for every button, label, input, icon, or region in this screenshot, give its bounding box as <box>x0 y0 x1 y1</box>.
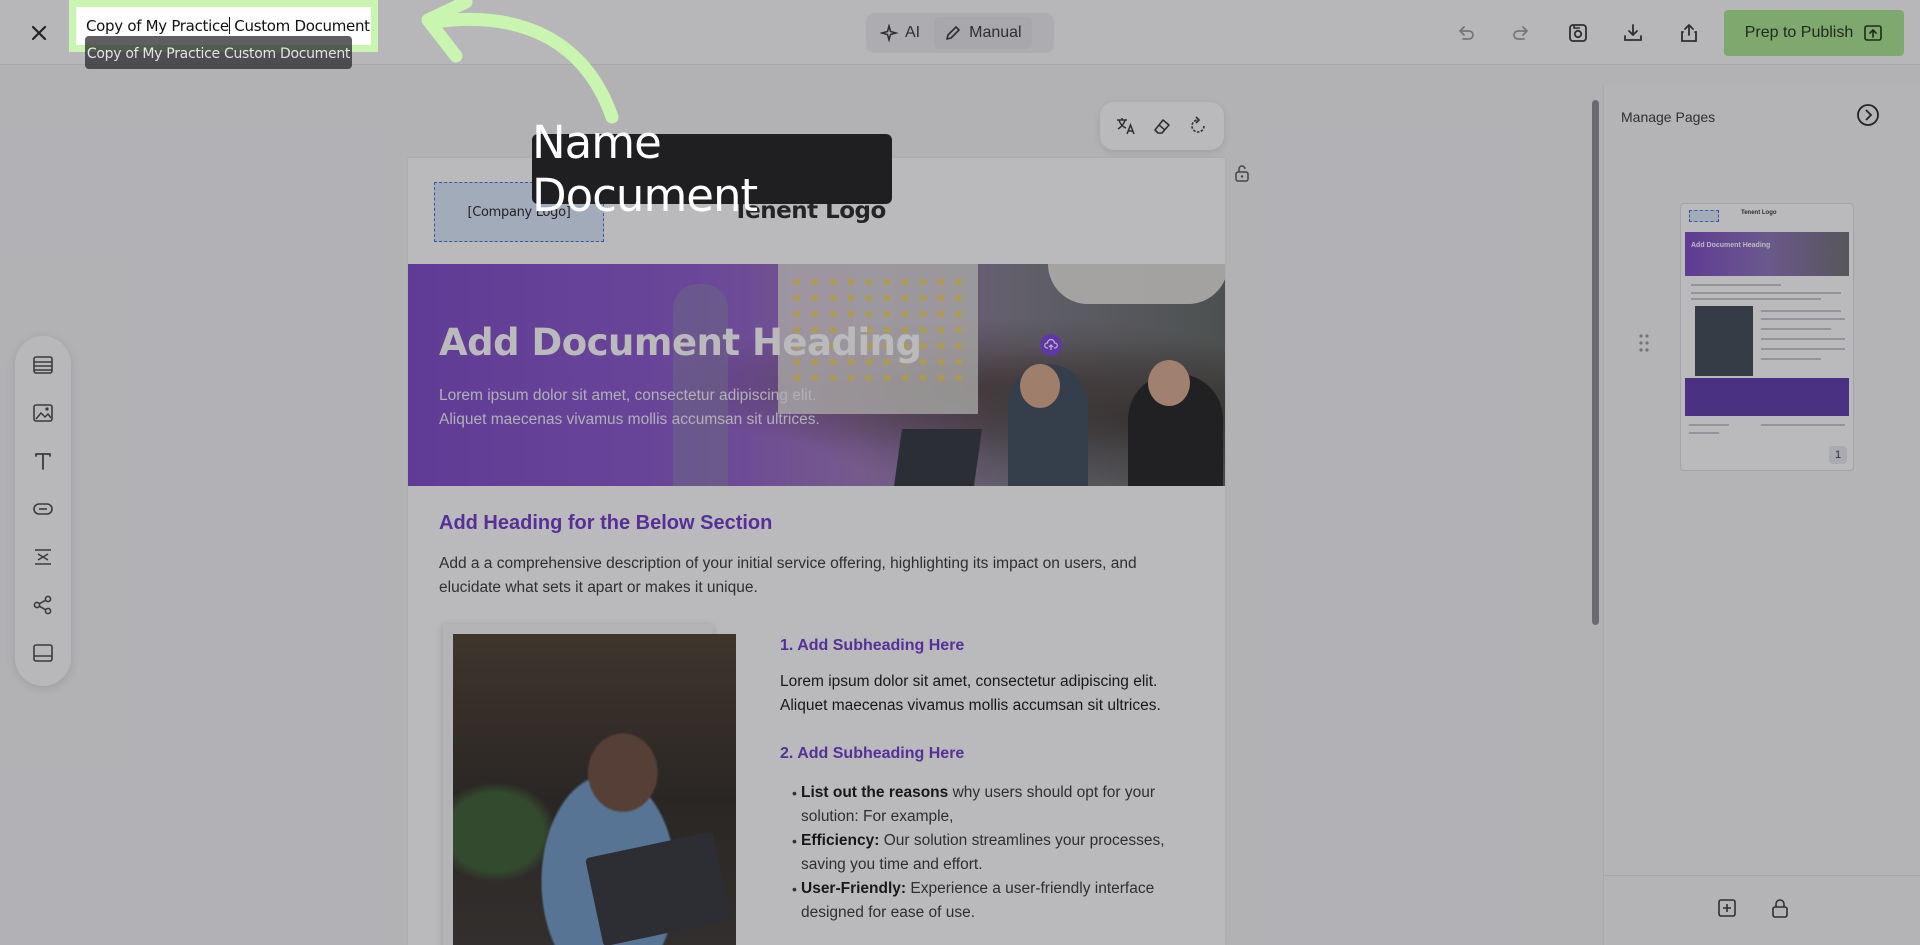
spacer-icon <box>35 549 51 565</box>
footer-tool[interactable] <box>31 641 55 665</box>
mode-manual-label: Manual <box>969 24 1022 41</box>
thumbnail-text-line <box>1689 432 1719 434</box>
thumbnail-text-line <box>1691 284 1781 286</box>
list-item-bold: User-Friendly: <box>801 880 907 897</box>
refresh-icon[interactable] <box>1187 115 1209 137</box>
footer-icon <box>33 644 53 662</box>
prep-to-publish-button[interactable]: Prep to Publish <box>1724 10 1904 56</box>
hero-upload-button[interactable] <box>1040 334 1062 356</box>
redo-button[interactable] <box>1508 20 1534 46</box>
undo-icon <box>1459 26 1474 40</box>
list-item: Efficiency: Our solution streamlines you… <box>780 829 1200 877</box>
person-with-laptop-photo <box>453 634 736 945</box>
download-icon <box>1624 24 1642 41</box>
share-icon <box>1681 24 1697 42</box>
unlock-icon[interactable] <box>1234 164 1250 182</box>
tutorial-arrow-icon <box>421 0 619 124</box>
page-thumbnail[interactable]: Tenent Logo Add Document Heading 1 <box>1680 203 1854 471</box>
subheading-2[interactable]: 2. Add Subheading Here <box>780 745 964 763</box>
thumbnail-tenant-logo: Tenent Logo <box>1741 210 1777 216</box>
translate-icon[interactable] <box>1115 115 1137 137</box>
thumbnail-text-line <box>1761 338 1845 340</box>
thumbnail-photo <box>1695 306 1753 376</box>
social-share-tool[interactable] <box>31 593 55 617</box>
chevron-right-circle-icon[interactable] <box>1856 103 1880 127</box>
photo-frame[interactable] <box>443 624 736 945</box>
reasons-list[interactable]: List out the reasons why users should op… <box>780 781 1200 925</box>
button-icon <box>33 503 53 515</box>
mode-ai-label: AI <box>905 24 921 41</box>
photo-laptop <box>585 831 731 945</box>
list-item: List out the reasons why users should op… <box>780 781 1200 829</box>
redo-icon <box>1513 26 1528 40</box>
canvas-floating-toolbar <box>1100 102 1224 150</box>
thumbnail-logo <box>1689 210 1719 222</box>
thumbnail-heading: Add Document Heading <box>1691 242 1771 249</box>
publish-icon <box>1864 25 1883 41</box>
hero-image-head-left <box>1020 364 1060 408</box>
sparkle-icon <box>880 24 898 42</box>
thumbnail-hero <box>1685 232 1849 276</box>
thumbnail-text-line <box>1761 424 1845 426</box>
publish-label: Prep to Publish <box>1744 24 1854 41</box>
share-button[interactable] <box>1676 20 1702 46</box>
save-button[interactable] <box>1565 20 1591 46</box>
button-tool[interactable] <box>31 497 55 521</box>
cloud-upload-icon <box>1044 338 1058 350</box>
subheading-1[interactable]: 1. Add Subheading Here <box>780 637 964 655</box>
thumbnail-text-line <box>1761 310 1841 312</box>
name-document-callout: Name Document <box>532 116 892 222</box>
image-tool[interactable] <box>31 401 55 425</box>
pane-divider <box>1604 875 1920 876</box>
list-item-bold: Efficiency: <box>801 832 880 849</box>
thumbnail-band <box>1685 378 1849 416</box>
layout-icon <box>33 356 53 374</box>
thumbnail-text-line <box>1691 292 1841 294</box>
mode-toggle: AI Manual <box>866 13 1054 53</box>
tool-rail <box>15 336 71 686</box>
subheading-1-text[interactable]: Lorem ipsum dolor sit amet, consectetur … <box>780 670 1200 718</box>
hero-text[interactable]: Lorem ipsum dolor sit amet, consectetur … <box>439 384 859 432</box>
thumbnail-text-line <box>1691 298 1821 300</box>
document-canvas[interactable]: [Company Logo] Tenent Logo Add Document … <box>408 158 1225 945</box>
hero-banner[interactable]: Add Document Heading Lorem ipsum dolor s… <box>408 264 1225 486</box>
thumbnail-text-line <box>1689 424 1729 426</box>
hero-image-lamp <box>1048 264 1225 304</box>
text-tool[interactable] <box>31 449 55 473</box>
download-button[interactable] <box>1620 20 1646 46</box>
mode-manual-button[interactable]: Manual <box>934 17 1032 49</box>
pencil-icon <box>946 26 960 40</box>
eraser-icon[interactable] <box>1151 115 1173 137</box>
canvas-scrollbar-thumb[interactable] <box>1592 100 1599 625</box>
undo-button[interactable] <box>1453 20 1479 46</box>
section-description[interactable]: Add a a comprehensive description of you… <box>439 552 1199 600</box>
thumbnail-text-line <box>1761 358 1821 360</box>
thumbnail-page-number: 1 <box>1829 446 1847 464</box>
drag-handle-icon[interactable] <box>1638 333 1650 353</box>
mode-ai-button[interactable]: AI <box>870 17 930 49</box>
thumbnail-text-line <box>1761 318 1845 320</box>
hero-title[interactable]: Add Document Heading <box>439 321 922 364</box>
hero-image-head-right <box>1148 360 1190 406</box>
manage-pages-pane: Manage Pages Tenent Logo Add Document He… <box>1603 85 1920 945</box>
spacer-tool[interactable] <box>31 545 55 569</box>
image-icon <box>33 404 53 422</box>
section-heading[interactable]: Add Heading for the Below Section <box>439 512 772 535</box>
save-icon <box>1569 24 1587 42</box>
lock-icon[interactable] <box>1770 897 1790 919</box>
share-nodes-icon <box>33 595 52 615</box>
add-page-icon[interactable] <box>1716 897 1738 919</box>
manage-pages-title: Manage Pages <box>1621 109 1716 125</box>
text-icon <box>35 453 51 470</box>
thumbnail-text-line <box>1761 328 1831 330</box>
list-item: User-Friendly: Experience a user-friendl… <box>780 877 1200 925</box>
thumbnail-text-line <box>1761 348 1845 350</box>
list-item-bold: List out the reasons <box>801 784 949 801</box>
layout-tool[interactable] <box>31 353 55 377</box>
hero-image-laptop <box>893 429 983 486</box>
